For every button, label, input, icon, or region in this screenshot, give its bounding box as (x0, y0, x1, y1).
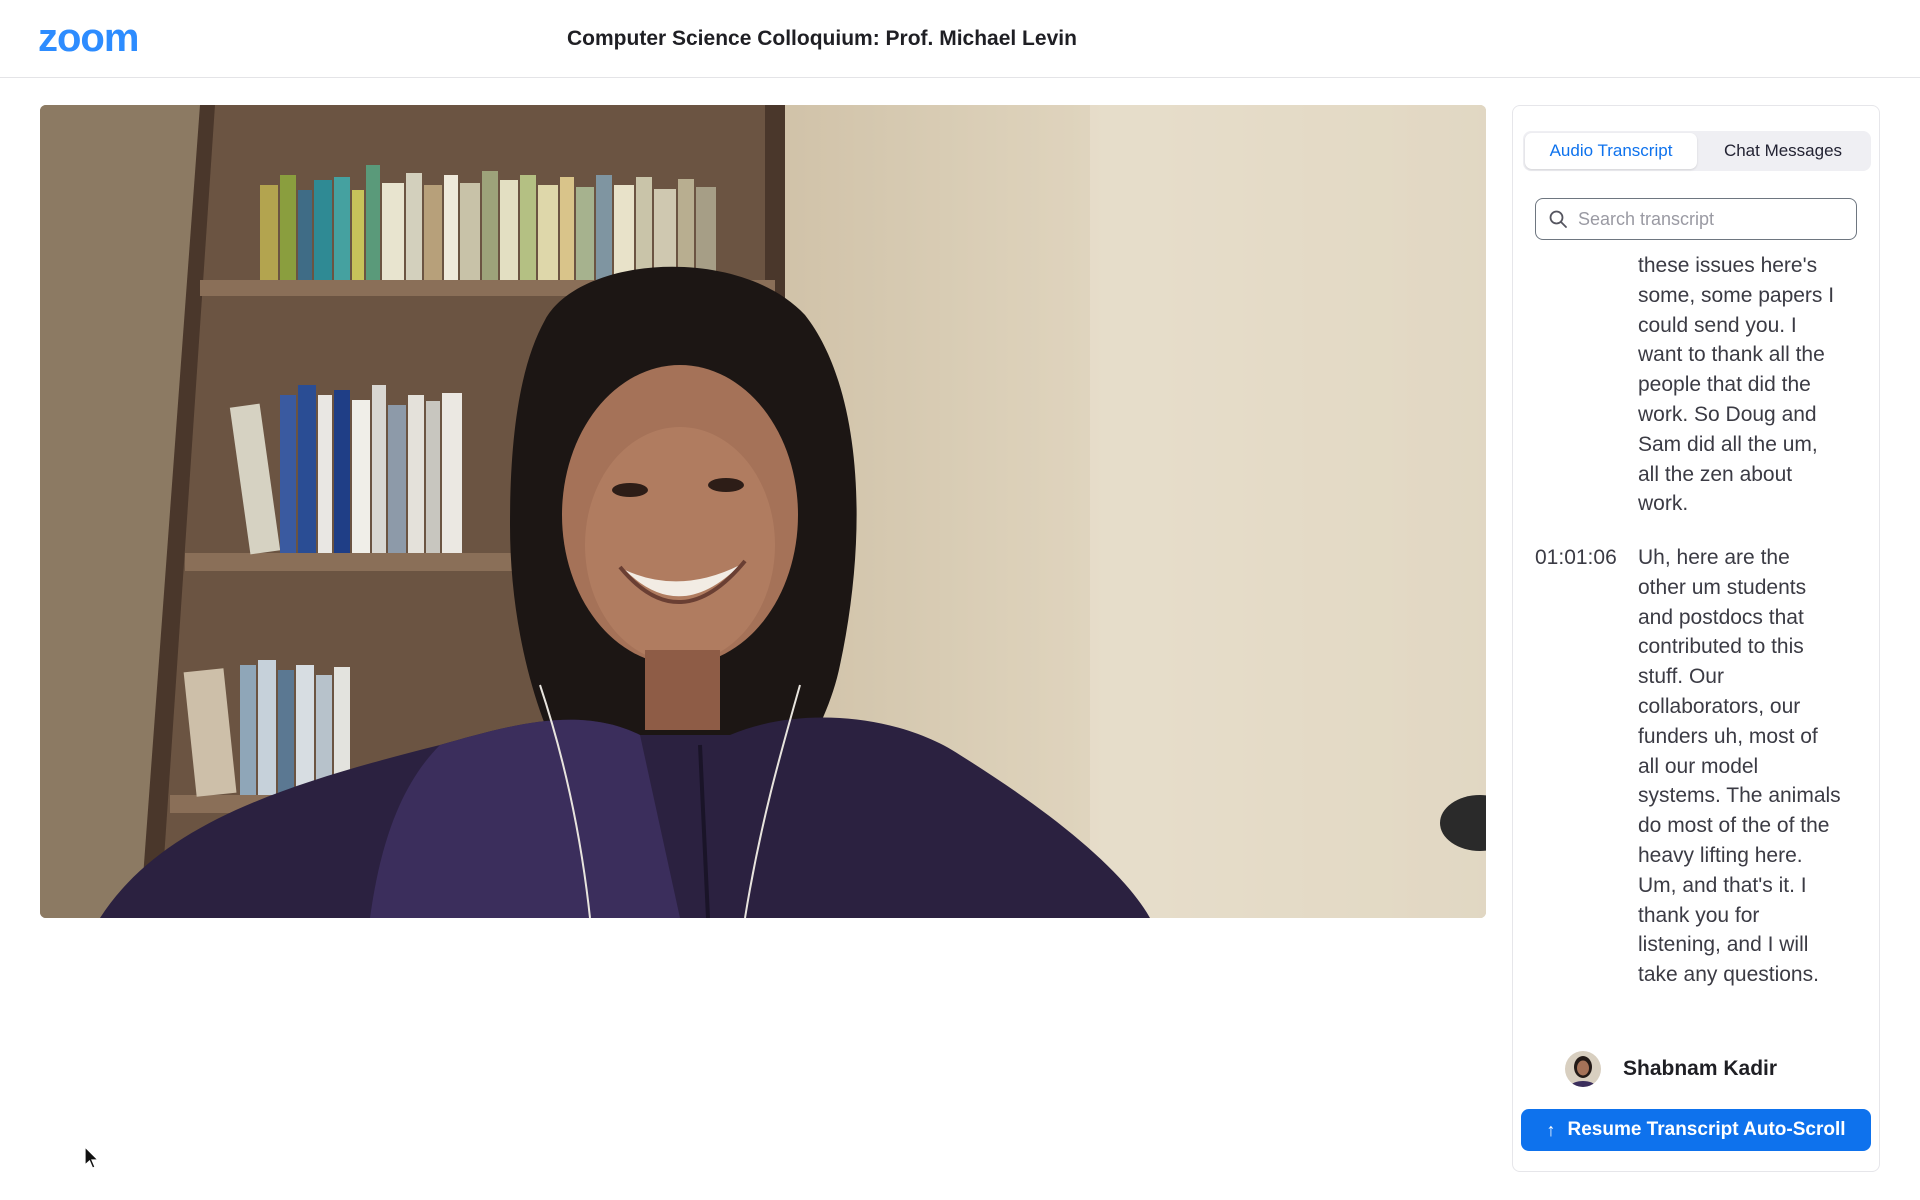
video-feed[interactable] (40, 105, 1486, 918)
video-frame-illustration (40, 105, 1486, 918)
search-input[interactable] (1576, 207, 1840, 231)
zoom-logo[interactable]: zoom (38, 18, 139, 58)
meeting-title: Computer Science Colloquium: Prof. Micha… (567, 27, 1077, 50)
panel-tabs: Audio Transcript Chat Messages (1523, 131, 1871, 171)
resume-auto-scroll-button[interactable]: ↑ Resume Transcript Auto-Scroll (1521, 1109, 1871, 1151)
search-box[interactable] (1535, 198, 1857, 240)
speaker-name: Shabnam Kadir (1623, 1057, 1778, 1080)
speaker-avatar-icon (1565, 1051, 1601, 1087)
arrow-up-icon: ↑ (1546, 1119, 1556, 1140)
tab-audio-transcript[interactable]: Audio Transcript (1525, 133, 1697, 169)
transcript-timestamp: 01:01:06 (1535, 546, 1617, 569)
tab-chat-messages[interactable]: Chat Messages (1697, 133, 1869, 169)
transcript-panel: Audio Transcript Chat Messages these iss… (1512, 105, 1880, 1172)
speaker-row: Shabnam Kadir (1565, 1049, 1777, 1089)
top-bar: zoom Computer Science Colloquium: Prof. … (0, 0, 1920, 78)
transcript-list[interactable]: these issues here's some, some papers I … (1513, 251, 1879, 996)
resume-auto-scroll-label: Resume Transcript Auto-Scroll (1567, 1119, 1846, 1140)
search-icon (1549, 210, 1567, 228)
mouse-pointer-icon (84, 1146, 100, 1169)
transcript-text: these issues here's some, some papers I … (1638, 254, 1835, 516)
transcript-text: Uh, here are the other um students and p… (1638, 546, 1841, 987)
avatar (1565, 1051, 1601, 1087)
